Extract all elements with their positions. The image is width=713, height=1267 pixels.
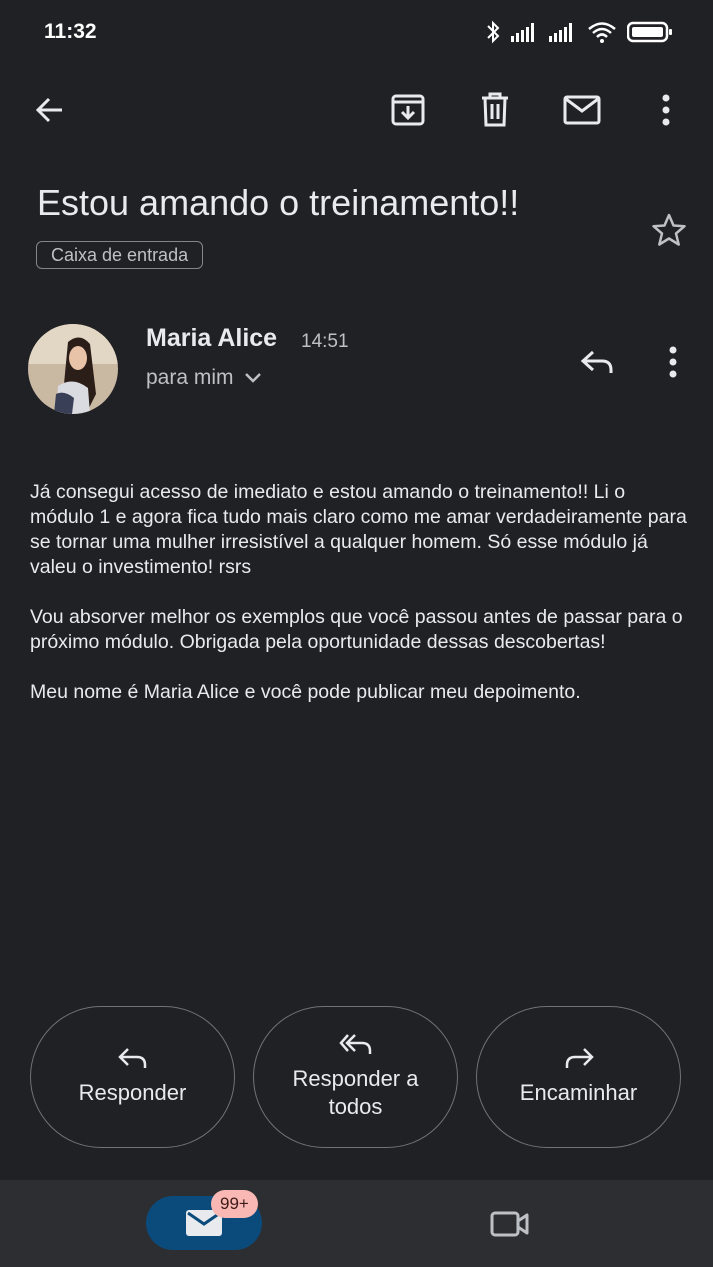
reply-label: Responder [78, 1080, 187, 1105]
status-icons [485, 20, 673, 44]
mail-icon [563, 95, 601, 125]
forward-button[interactable]: Encaminhar [476, 1006, 681, 1148]
more-vert-icon [669, 346, 677, 378]
nav-meet-tab[interactable] [486, 1200, 534, 1248]
inbox-label-chip[interactable]: Caixa de entrada [36, 241, 204, 269]
forward-icon [564, 1047, 594, 1069]
sender-name: Maria Alice [146, 324, 278, 352]
unread-badge: 99+ [211, 1190, 258, 1218]
delete-button[interactable] [471, 86, 519, 134]
recipient-toggle[interactable]: para mim [146, 366, 262, 390]
star-icon [651, 212, 687, 248]
back-button[interactable] [26, 86, 74, 134]
forward-label: Encaminhar [519, 1080, 638, 1105]
trash-icon [479, 92, 511, 128]
signal-icon [511, 22, 539, 42]
arrow-back-icon [34, 94, 66, 126]
signal-icon-2 [549, 22, 577, 42]
body-paragraph: Meu nome é Maria Alice e você pode publi… [30, 681, 581, 703]
chevron-down-icon [244, 372, 262, 384]
archive-button[interactable] [384, 86, 432, 134]
email-body: Já consegui acesso de imediato e estou a… [30, 480, 690, 730]
reply-button-header[interactable] [573, 338, 621, 386]
email-time: 14:51 [301, 331, 349, 352]
more-options-button[interactable] [642, 86, 690, 134]
reply-all-button[interactable]: Responder a todos [253, 1006, 458, 1148]
bottom-navigation [0, 1180, 713, 1267]
reply-all-icon [338, 1033, 373, 1055]
mark-unread-button[interactable] [558, 86, 606, 134]
recipient-text: para mim [146, 366, 234, 389]
reply-icon [117, 1047, 148, 1069]
star-button[interactable] [645, 206, 693, 254]
reply-button[interactable]: Responder [30, 1006, 235, 1148]
status-time: 11:32 [44, 20, 97, 43]
reply-all-label: Responder a todos [292, 1066, 419, 1119]
message-more-button[interactable] [649, 338, 697, 386]
wifi-icon [587, 21, 617, 43]
body-paragraph: Vou absorver melhor os exemplos que você… [30, 606, 683, 653]
battery-icon [627, 21, 673, 43]
more-vert-icon [662, 94, 670, 126]
bluetooth-icon [485, 20, 501, 44]
email-subject: Estou amando o treinamento!! [37, 182, 520, 223]
reply-icon [580, 349, 614, 375]
sender-avatar[interactable] [28, 324, 118, 414]
video-camera-icon [490, 1210, 530, 1238]
body-paragraph: Já consegui acesso de imediato e estou a… [30, 481, 687, 578]
archive-icon [390, 92, 426, 128]
